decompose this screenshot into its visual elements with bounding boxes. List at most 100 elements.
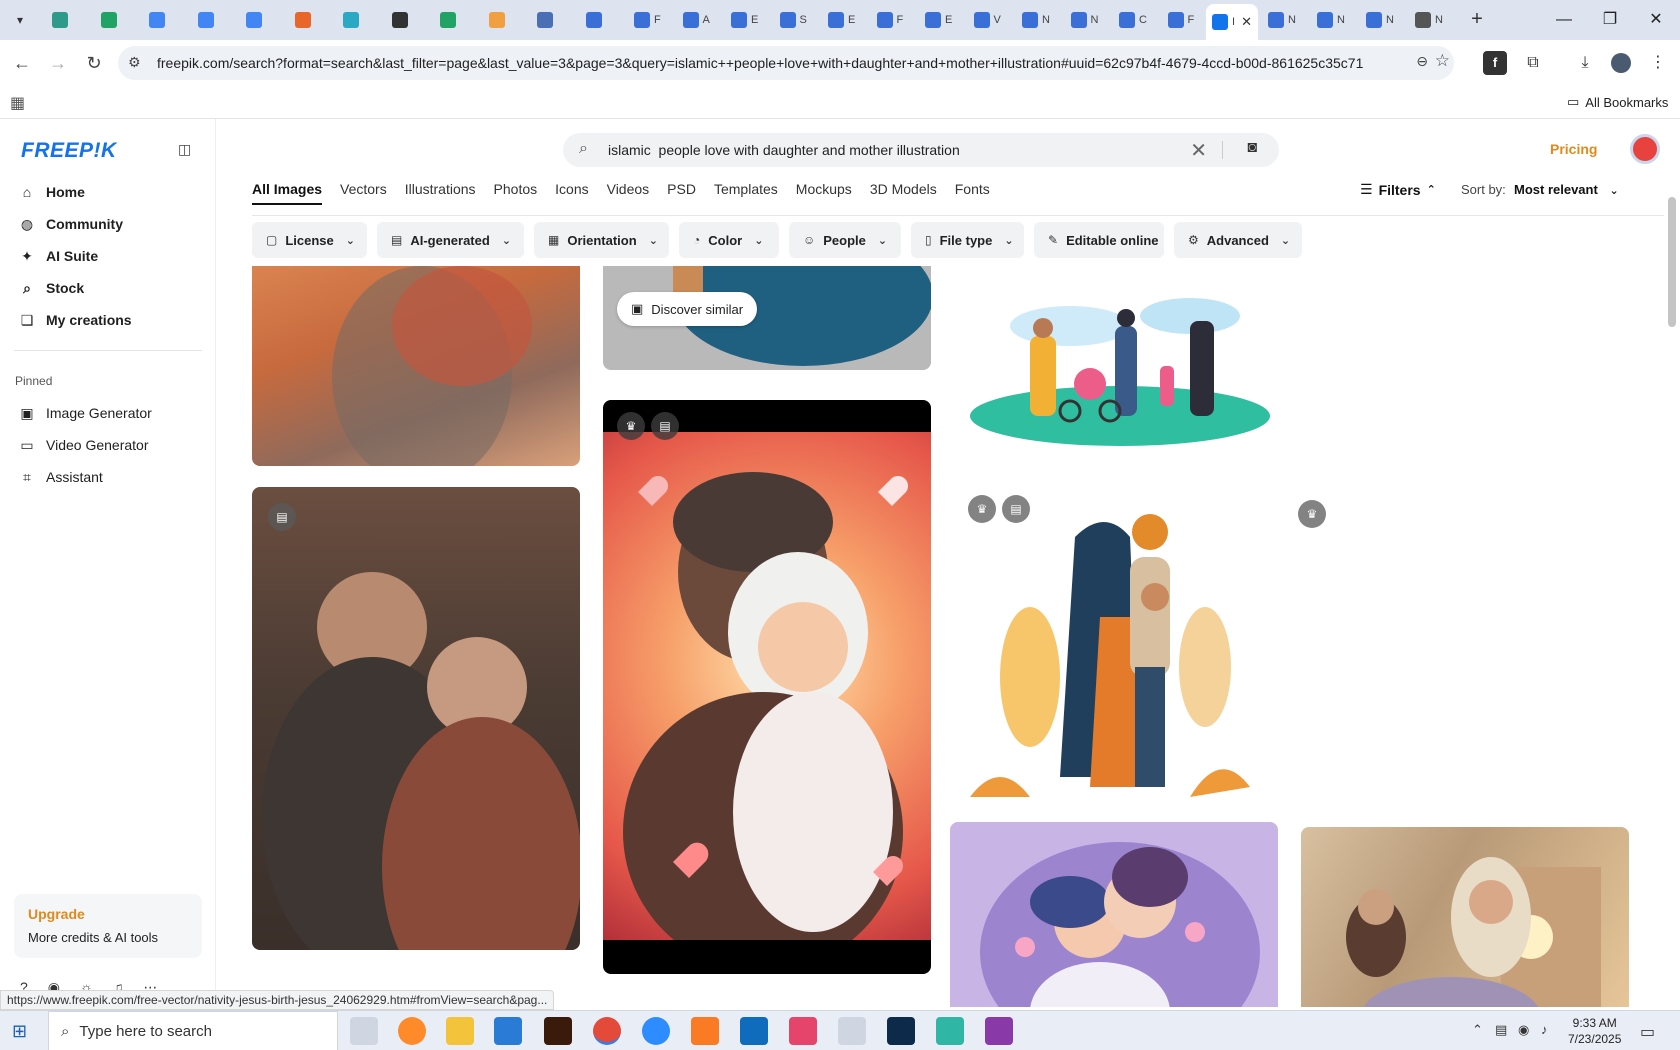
tab-templates[interactable]: Templates [714,175,778,205]
taskbar-search-box[interactable]: ⌕ Type here to search [48,1011,338,1050]
browser-tab[interactable] [434,6,478,34]
xampp-icon[interactable] [691,1017,719,1045]
sidebar-item-stock[interactable]: ⌕ Stock [18,275,84,301]
restore-button[interactable]: ❐ [1588,6,1632,34]
tab-illustrations[interactable]: Illustrations [405,175,476,205]
bookmark-star-icon[interactable]: ☆ [1435,51,1450,71]
close-window-button[interactable]: ✕ [1634,6,1678,34]
sidebar-item-assistant[interactable]: ⌗ Assistant [18,464,103,490]
pen-tool-icon[interactable] [838,1017,866,1045]
tab-psd[interactable]: PSD [667,175,696,205]
browser-tab[interactable] [580,6,624,34]
tab-active[interactable]: I ✕ [1206,4,1258,40]
winrar-icon[interactable] [985,1017,1013,1045]
browser-tab[interactable]: N [1016,6,1060,34]
filter-license[interactable]: ▢ License ⌄ [252,222,367,258]
browser-tab[interactable]: E [822,6,866,34]
zoom-icon[interactable]: ⊖ [1416,53,1428,70]
task-view-icon[interactable] [350,1017,378,1045]
tab-mockups[interactable]: Mockups [796,175,852,205]
camera-search-icon[interactable]: ◙ [1247,139,1257,157]
profile-avatar[interactable] [1611,53,1631,73]
user-avatar[interactable] [1630,134,1660,164]
browser-tab[interactable] [46,6,90,34]
browser-tab[interactable]: F [871,6,915,34]
search-input[interactable] [608,140,1168,160]
result-image-father-daughter-photo[interactable]: ▤ [252,487,580,950]
filter-advanced[interactable]: ⚙ Advanced ⌄ [1174,222,1302,258]
filter-people[interactable]: ☺ People ⌄ [789,222,901,258]
address-bar[interactable]: ⚙ freepik.com/search?format=search&last_… [118,46,1454,80]
sidebar-item-community[interactable]: ◍ Community [18,211,123,237]
minimize-button[interactable]: — [1542,6,1586,34]
all-bookmarks-button[interactable]: ▭ All Bookmarks [1567,94,1668,110]
sidebar-item-video-generator[interactable]: ▭ Video Generator [18,432,148,458]
browser-tab[interactable] [240,6,284,34]
taskbar-clock[interactable]: 9:33 AM 7/23/2025 [1568,1015,1621,1047]
extensions-puzzle-icon[interactable]: ⧉ [1521,51,1545,75]
filter-ai-generated[interactable]: ▤ AI-generated ⌄ [377,222,524,258]
browser-tab[interactable] [386,6,430,34]
browser-tab[interactable] [337,6,381,34]
download-icon[interactable]: ⤓ [1573,51,1597,75]
browser-tab[interactable]: N [1311,6,1355,34]
result-image-mother-daughter-photo[interactable] [1301,827,1629,1007]
chrome-icon[interactable] [593,1017,621,1045]
filter-orientation[interactable]: ▦ Orientation ⌄ [534,222,669,258]
browser-tab[interactable]: F [1162,6,1206,34]
more-menu-icon[interactable]: ⋮ [1646,51,1670,75]
reload-button[interactable]: ↻ [80,49,108,77]
collapse-sidebar-icon[interactable]: ◫ [178,141,191,158]
windows-start-icon[interactable]: ⊞ [12,1021,27,1042]
close-tab-icon[interactable]: ✕ [1241,14,1252,30]
browser-tab[interactable]: E [725,6,769,34]
sidebar-item-image-generator[interactable]: ▣ Image Generator [18,400,151,426]
sort-dropdown[interactable]: Most relevant ⌄ [1514,182,1619,197]
tab-photos[interactable]: Photos [494,175,538,205]
filter-color[interactable]: ◔ Color ⌄ [679,222,779,258]
back-button[interactable]: ← [8,49,36,77]
apps-grid-icon[interactable]: ▦ [10,93,25,113]
file-explorer-icon[interactable] [446,1017,474,1045]
browser-tab[interactable]: E [919,6,963,34]
browser-tab[interactable] [483,6,527,34]
tab-videos[interactable]: Videos [607,175,650,205]
tab-icons[interactable]: Icons [555,175,588,205]
browser-tab[interactable] [531,6,575,34]
new-tab-button[interactable]: + [1465,8,1489,32]
url-text[interactable]: freepik.com/search?format=search&last_fi… [157,55,1382,71]
network-icon[interactable]: ▤ [1495,1022,1507,1038]
sidebar-item-home[interactable]: ⌂ Home [18,179,85,205]
vscode-icon[interactable] [494,1017,522,1045]
page-scrollbar[interactable] [1664,119,1680,1007]
browser-tab[interactable]: N [1065,6,1109,34]
filters-button[interactable]: ☰ Filters ⌃ [1360,181,1436,198]
tab-3d-models[interactable]: 3D Models [870,175,937,205]
result-image-parents-baby-vector[interactable]: ♛ ▤ [950,477,1278,807]
browser-tab[interactable] [289,6,333,34]
app-diamond-icon[interactable] [936,1017,964,1045]
tab-all-images[interactable]: All Images [252,175,323,205]
pricing-link[interactable]: Pricing [1550,141,1597,157]
site-info-icon[interactable]: ⚙ [128,54,141,71]
browser-tab[interactable]: N [1409,6,1453,34]
filter-editable-online[interactable]: ✎ Editable online [1034,222,1164,258]
result-image-mother-daughter-purple[interactable] [950,822,1278,1007]
extension-f-icon[interactable]: f [1483,51,1507,75]
upgrade-card[interactable]: Upgrade More credits & AI tools [14,894,202,958]
result-image-blue-figure[interactable]: ▣ Discover similar [603,266,931,370]
sidebar-item-ai-suite[interactable]: ✦ AI Suite [18,243,98,269]
browser-tab[interactable] [192,6,236,34]
browser-tab[interactable]: C [1113,6,1157,34]
illustrator-icon[interactable] [544,1017,572,1045]
photoshop-icon[interactable] [887,1017,915,1045]
volume-icon[interactable]: ♪ [1541,1022,1548,1037]
tab-fonts[interactable]: Fonts [955,175,990,205]
creative-cloud-icon[interactable] [789,1017,817,1045]
sidebar-item-my-creations[interactable]: ❏ My creations [18,307,132,333]
discover-similar-button[interactable]: ▣ Discover similar [617,292,758,326]
forward-button[interactable]: → [44,49,72,77]
outlook-icon[interactable] [740,1017,768,1045]
browser-tab[interactable]: V [968,6,1012,34]
browser-tab[interactable]: N [1262,6,1306,34]
